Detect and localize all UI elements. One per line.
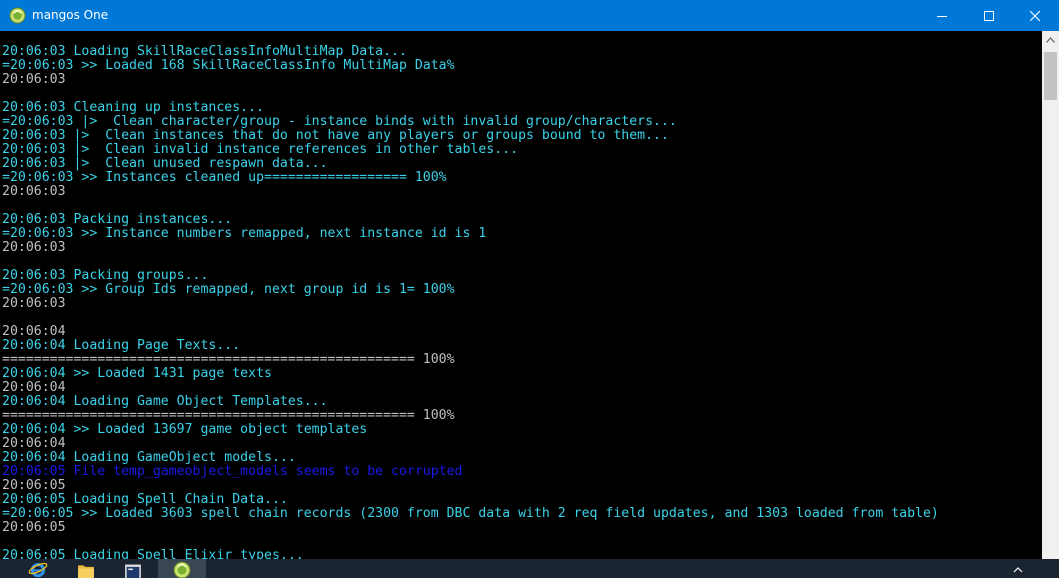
console-line: 20:06:03 Cleaning up instances...: [2, 100, 265, 115]
title-bar[interactable]: mangos One: [0, 0, 1059, 31]
chevron-up-icon: [1046, 36, 1055, 43]
console-line: 20:06:04: [2, 436, 66, 451]
console-line: =20:06:03 >> Instance numbers remapped, …: [2, 226, 487, 241]
file-explorer-icon: [78, 565, 94, 578]
console-window: mangos One 20:06:03 Loading SkillRaceCla…: [0, 0, 1059, 559]
console-line: =20:06:05 >> Loaded 3603 spell chain rec…: [2, 506, 939, 521]
console-line: =20:06:03 >> Group Ids remapped, next gr…: [2, 282, 455, 297]
close-icon: [1030, 10, 1040, 21]
taskbar-item-mangos[interactable]: [158, 559, 206, 578]
console-line: 20:06:05: [2, 520, 66, 535]
console-line: 20:06:04: [2, 380, 66, 395]
console-line: 20:06:03 |> Clean instances that do not …: [2, 128, 669, 143]
scroll-up-button[interactable]: [1042, 31, 1059, 48]
taskbar-item-file-explorer[interactable]: [68, 559, 104, 578]
console-line: 20:06:04 >> Loaded 1431 page texts: [2, 366, 272, 381]
console-line: =20:06:03 >> Loaded 168 SkillRaceClassIn…: [2, 58, 455, 73]
console-line: 20:06:03: [2, 184, 66, 199]
console-line: 20:06:05 Loading Spell Chain Data...: [2, 492, 288, 507]
tray-overflow-button[interactable]: [1010, 561, 1026, 575]
taskbar-item-console[interactable]: [115, 559, 151, 578]
console-line: 20:06:04 Loading Game Object Templates..…: [2, 394, 328, 409]
console-line: 20:06:05: [2, 478, 66, 493]
chevron-up-icon: [1013, 567, 1023, 573]
taskbar-item-internet-explorer[interactable]: [20, 559, 56, 578]
console-line: =20:06:03 >> Instances cleaned up=======…: [2, 170, 447, 185]
console-line: 20:06:04 Loading Page Texts...: [2, 338, 241, 353]
console-line: 20:06:03 |> Clean invalid instance refer…: [2, 142, 519, 157]
window-title: mangos One: [32, 8, 109, 22]
console-line: 20:06:03 |> Clean unused respawn data...: [2, 156, 328, 171]
console-line: ========================================…: [2, 352, 455, 367]
console-output[interactable]: 20:06:03 Loading SkillRaceClassInfoMulti…: [0, 45, 1042, 559]
taskbar: [0, 559, 1059, 578]
console-line: 20:06:04: [2, 324, 66, 339]
vertical-scrollbar[interactable]: [1042, 31, 1059, 559]
console-line: 20:06:04 Loading GameObject models...: [2, 450, 296, 465]
console-line: 20:06:03 Packing instances...: [2, 212, 233, 227]
console-line: 20:06:05 Loading Spell Elixir types...: [2, 548, 304, 560]
mangos-app-icon[interactable]: [9, 7, 26, 24]
console-line: 20:06:03 Loading SkillRaceClassInfoMulti…: [2, 45, 407, 59]
console-line: 20:06:03: [2, 72, 66, 87]
console-line: 20:06:05 File temp_gameobject_models see…: [2, 464, 463, 479]
minimize-button[interactable]: [919, 0, 965, 31]
mangos-app-icon: [173, 561, 191, 578]
maximize-icon: [984, 10, 994, 21]
internet-explorer-icon: [28, 562, 48, 578]
console-line: =20:06:03 |> Clean character/group - ins…: [2, 114, 677, 129]
console-line: ========================================…: [2, 408, 455, 423]
console-line: 20:06:03 Packing groups...: [2, 268, 209, 283]
minimize-icon: [937, 15, 947, 17]
close-button[interactable]: [1012, 0, 1058, 31]
console-line: 20:06:04 >> Loaded 13697 game object tem…: [2, 422, 368, 437]
console-line: 20:06:03: [2, 240, 66, 255]
console-line: 20:06:03: [2, 296, 66, 311]
scrollbar-thumb[interactable]: [1044, 52, 1057, 100]
console-window-icon: [125, 564, 141, 578]
maximize-button[interactable]: [966, 0, 1012, 31]
